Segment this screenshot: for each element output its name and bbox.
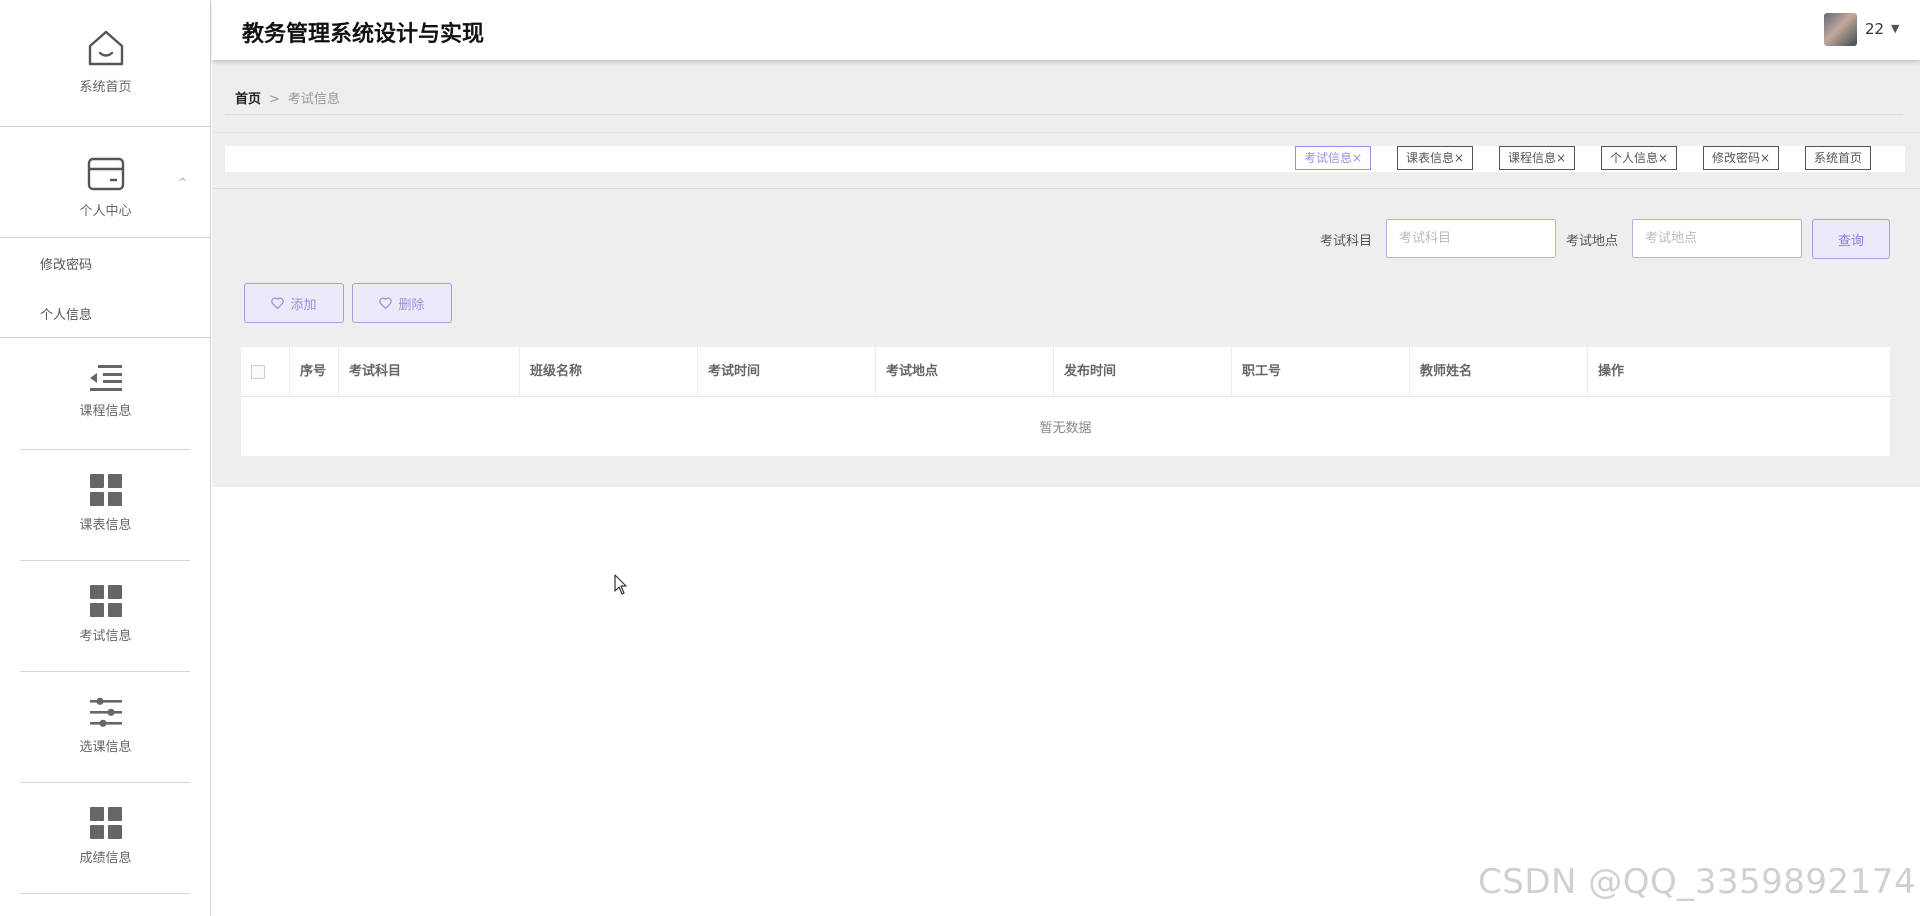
divider	[225, 114, 1903, 115]
home-icon	[88, 30, 123, 66]
divider	[0, 337, 211, 338]
tag-label: 课程信息	[1508, 151, 1557, 165]
tag-home[interactable]: 系统首页	[1805, 146, 1872, 170]
avatar[interactable]	[1824, 13, 1857, 46]
delete-button-label: 删除	[398, 296, 425, 312]
app-title: 教务管理系统设计与实现	[242, 22, 485, 47]
exam-table: 序号 考试科目 班级名称 考试时间 考试地点 发布时间 职工号 教师姓名 操作 …	[241, 347, 1890, 456]
close-icon[interactable]: ×	[1760, 151, 1770, 165]
tag-personal-info[interactable]: 个人信息×	[1601, 146, 1678, 170]
chevron-up-icon[interactable]: ^	[178, 176, 187, 189]
breadcrumb: 首页 > 考试信息	[235, 88, 340, 107]
heart-icon	[379, 297, 393, 309]
table-header: 序号 考试科目 班级名称 考试时间 考试地点 发布时间 职工号 教师姓名 操作	[241, 347, 1890, 397]
divider	[20, 449, 190, 450]
column-header: 考试地点	[876, 347, 1054, 397]
close-icon[interactable]: ×	[1556, 151, 1566, 165]
location-label: 考试地点	[1566, 234, 1619, 249]
breadcrumb-current: 考试信息	[287, 92, 340, 107]
sub-item-personal-info[interactable]: 个人信息	[40, 304, 92, 323]
divider	[212, 132, 1920, 133]
select-all-cell	[241, 347, 290, 397]
grid-icon	[89, 585, 122, 617]
sidebar: 系统首页 个人中心 ^ 修改密码 个人信息 课程信息 课表信息 考试信息 选课信…	[0, 0, 211, 916]
add-button[interactable]: 添加	[244, 283, 344, 323]
tag-course-info[interactable]: 课程信息×	[1499, 146, 1576, 170]
divider	[0, 126, 211, 127]
query-button[interactable]: 查询	[1812, 219, 1890, 259]
close-icon[interactable]: ×	[1658, 151, 1668, 165]
nav-grade-label: 成绩信息	[79, 851, 132, 866]
nav-home[interactable]: 系统首页	[0, 28, 211, 95]
subject-label: 考试科目	[1320, 234, 1373, 249]
divider	[20, 671, 190, 672]
add-button-label: 添加	[290, 296, 317, 312]
column-header: 考试科目	[339, 347, 520, 397]
subject-input[interactable]	[1386, 219, 1556, 258]
nav-personal-label: 个人中心	[79, 204, 132, 219]
column-header: 操作	[1598, 364, 1625, 379]
list-indent-icon	[89, 365, 122, 391]
tag-label: 个人信息	[1610, 151, 1659, 165]
nav-selection-label: 选课信息	[79, 740, 132, 755]
delete-button[interactable]: 删除	[352, 283, 452, 323]
caret-down-icon[interactable]: ▼	[1891, 22, 1899, 35]
column-header: 班级名称	[520, 347, 698, 397]
nav-grade-info[interactable]: 成绩信息	[0, 807, 211, 866]
top-header: 教务管理系统设计与实现 22 ▼	[212, 0, 1920, 60]
tag-change-password[interactable]: 修改密码×	[1703, 146, 1780, 170]
nav-course-info[interactable]: 课程信息	[0, 364, 211, 419]
sub-item-change-password[interactable]: 修改密码	[40, 254, 92, 273]
nav-exam-info[interactable]: 考试信息	[0, 585, 211, 644]
close-icon[interactable]: ×	[1352, 151, 1362, 165]
divider	[20, 560, 190, 561]
tag-schedule-info[interactable]: 课表信息×	[1397, 146, 1474, 170]
nav-home-label: 系统首页	[79, 80, 132, 95]
empty-state: 暂无数据	[1039, 421, 1092, 436]
tag-label: 课表信息	[1406, 151, 1455, 165]
breadcrumb-separator: >	[269, 92, 280, 107]
user-name[interactable]: 22	[1865, 20, 1884, 38]
nav-selection-info[interactable]: 选课信息	[0, 696, 211, 755]
column-header: 职工号	[1232, 347, 1410, 397]
column-header: 序号	[290, 347, 339, 397]
breadcrumb-home[interactable]: 首页	[235, 92, 261, 107]
sliders-icon	[89, 697, 122, 727]
divider	[20, 893, 190, 894]
column-header: 教师姓名	[1410, 347, 1588, 397]
close-icon[interactable]: ×	[1454, 151, 1464, 165]
tags-bar: 考试信息× 课表信息× 课程信息× 个人信息× 修改密码× 系统首页	[225, 146, 1905, 172]
divider	[212, 188, 1920, 189]
column-header: 考试时间	[698, 347, 876, 397]
tag-label: 考试信息	[1304, 151, 1353, 165]
nav-schedule-label: 课表信息	[79, 518, 132, 533]
nav-course-label: 课程信息	[79, 404, 132, 419]
divider	[0, 237, 211, 238]
grid-icon	[89, 807, 122, 839]
divider	[20, 782, 190, 783]
location-input[interactable]	[1632, 219, 1802, 258]
tag-label: 修改密码	[1712, 151, 1761, 165]
tag-exam-info[interactable]: 考试信息×	[1295, 146, 1372, 170]
mouse-cursor-icon	[614, 574, 627, 595]
column-header: 发布时间	[1054, 347, 1232, 397]
nav-exam-label: 考试信息	[79, 629, 132, 644]
tag-label: 系统首页	[1814, 151, 1863, 165]
card-icon	[87, 157, 124, 191]
watermark: CSDN @QQ_3359892174	[1478, 862, 1917, 902]
select-all-checkbox[interactable]	[251, 365, 265, 379]
nav-schedule-info[interactable]: 课表信息	[0, 474, 211, 533]
heart-icon	[271, 297, 285, 309]
grid-icon	[89, 474, 122, 506]
